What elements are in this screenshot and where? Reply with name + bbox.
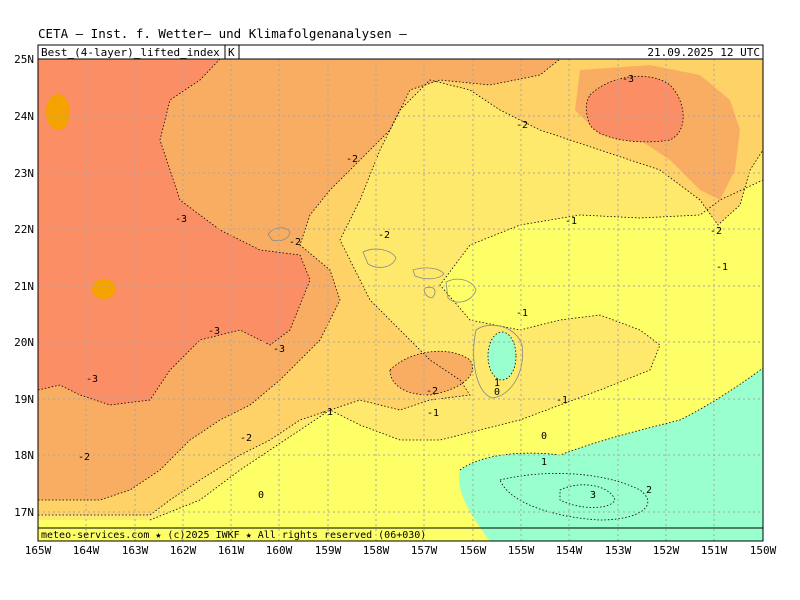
- contour-label: -3: [622, 74, 634, 85]
- valid-time: 21.09.2025 12 UTC: [647, 46, 760, 59]
- lon-tick-label: 152W: [653, 544, 680, 557]
- contour-label: -2: [78, 452, 90, 463]
- contour-label: -2: [240, 433, 252, 444]
- unit-label: K: [228, 46, 235, 59]
- lon-tick-label: 157W: [411, 544, 438, 557]
- contour-label: -1: [556, 395, 568, 406]
- lon-tick-label: 161W: [218, 544, 245, 557]
- contour-label: 3: [590, 490, 596, 501]
- lat-tick-label: 20N: [14, 336, 34, 349]
- lat-tick-label: 23N: [14, 167, 34, 180]
- lon-tick-label: 158W: [363, 544, 390, 557]
- field-label: Best_(4-layer)_lifted_index: [41, 46, 220, 59]
- lon-tick-label: 165W: [25, 544, 52, 557]
- lon-tick-label: 154W: [556, 544, 583, 557]
- contour-label: -2: [710, 226, 722, 237]
- contour-label: 0: [541, 431, 547, 442]
- contour-label: -1: [321, 407, 333, 418]
- contour-label: -2: [378, 230, 390, 241]
- lat-tick-label: 22N: [14, 223, 34, 236]
- lon-tick-label: 159W: [315, 544, 342, 557]
- lat-tick-label: 19N: [14, 393, 34, 406]
- contour-label: -2: [346, 154, 358, 165]
- contour-label: -2: [289, 237, 301, 248]
- lon-tick-label: 155W: [508, 544, 535, 557]
- contour-label: -3: [86, 374, 98, 385]
- lon-tick-label: 163W: [122, 544, 149, 557]
- contour-label: 0: [258, 490, 264, 501]
- contour-label: -1: [565, 216, 577, 227]
- footer-credit: meteo-services.com ★ (c)2025 IWKF ★ All …: [41, 530, 426, 541]
- lon-tick-label: 160W: [266, 544, 293, 557]
- fill-minus4-spot-b: [92, 279, 116, 299]
- lifted-index-map: Best_(4-layer)_lifted_index K 21.09.2025…: [14, 44, 777, 557]
- lat-tick-label: 21N: [14, 280, 34, 293]
- lat-tick-label: 25N: [14, 53, 34, 66]
- lon-tick-label: 156W: [460, 544, 487, 557]
- contour-label: -1: [427, 408, 439, 419]
- fill-minus4-spot-a: [46, 94, 70, 130]
- contour-label: -1: [716, 262, 728, 273]
- field-shading: [38, 59, 763, 541]
- contour-label: -3: [273, 344, 285, 355]
- contour-label: 2: [646, 485, 652, 496]
- lon-tick-label: 151W: [701, 544, 728, 557]
- lon-tick-label: 150W: [750, 544, 777, 557]
- contour-label: 1: [541, 457, 547, 468]
- lon-tick-label: 153W: [605, 544, 632, 557]
- contour-label: -3: [175, 214, 187, 225]
- lat-axis: 25N 24N 23N 22N 21N 20N 19N 18N 17N: [14, 53, 34, 519]
- contour-label: -2: [516, 120, 528, 131]
- lat-tick-label: 17N: [14, 506, 34, 519]
- lon-tick-label: 164W: [73, 544, 100, 557]
- lat-tick-label: 24N: [14, 110, 34, 123]
- contour-label: -2: [426, 386, 438, 397]
- contour-label: 0: [494, 387, 500, 398]
- contour-label: -3: [208, 326, 220, 337]
- lon-axis: 165W 164W 163W 162W 161W 160W 159W 158W …: [25, 544, 777, 557]
- lat-tick-label: 18N: [14, 449, 34, 462]
- lon-tick-label: 162W: [170, 544, 197, 557]
- contour-label: -1: [516, 308, 528, 319]
